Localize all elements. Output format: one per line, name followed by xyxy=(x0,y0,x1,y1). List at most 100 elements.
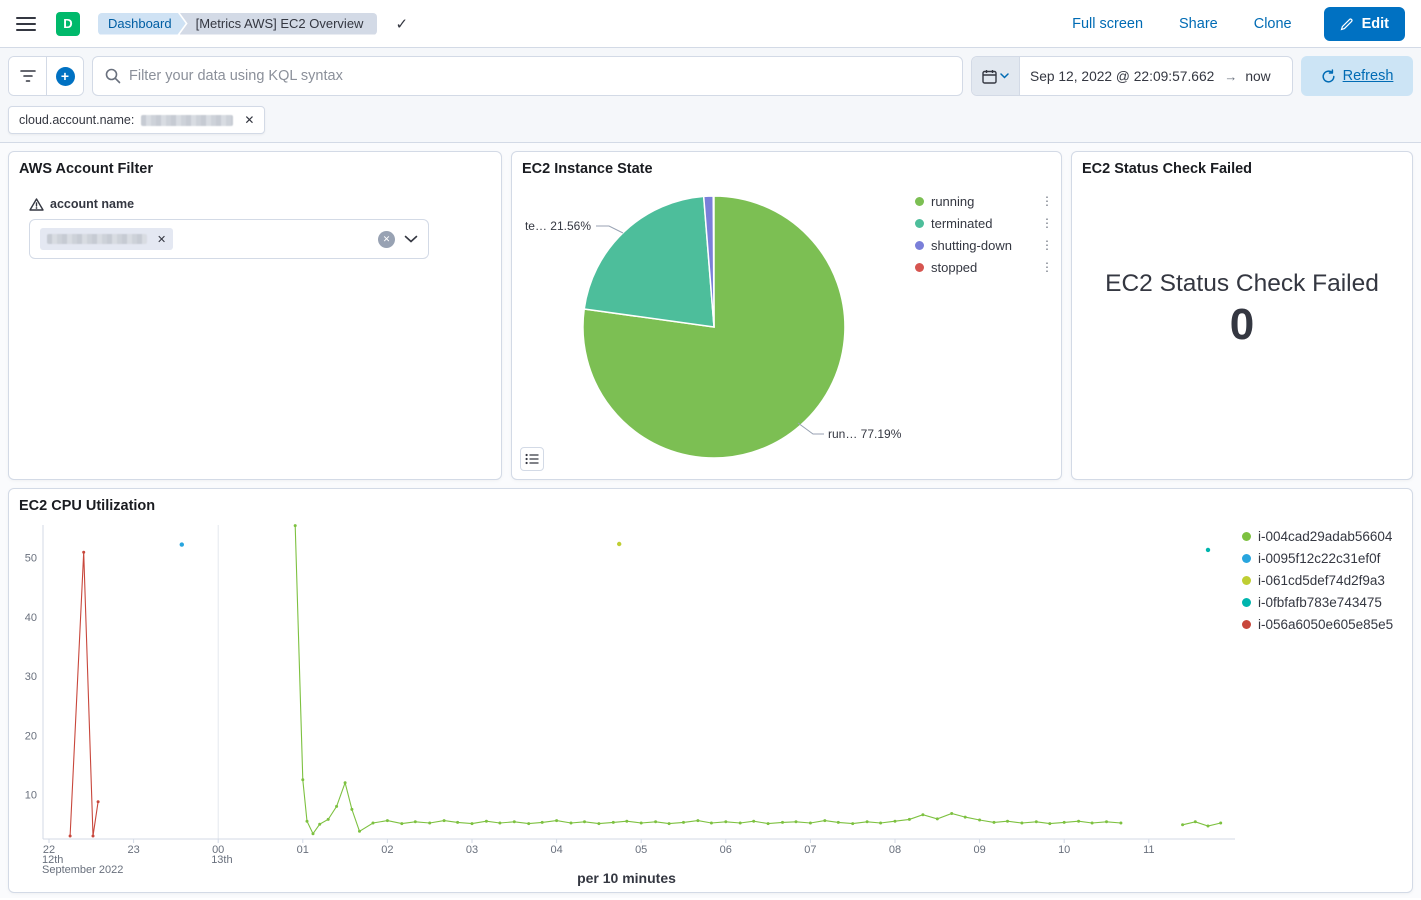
refresh-button[interactable]: Refresh xyxy=(1301,56,1413,96)
svg-text:40: 40 xyxy=(25,612,37,624)
status-metric: EC2 Status Check Failed 0 xyxy=(1072,270,1412,350)
share-link[interactable]: Share xyxy=(1179,16,1218,32)
svg-text:02: 02 xyxy=(381,844,393,856)
legend-toggle-button[interactable] xyxy=(520,447,544,471)
legend-label: i-061cd5def74d2f9a3 xyxy=(1258,573,1385,588)
panel-ec2-cpu-utilization: EC2 CPU Utilization 10203040502212thSept… xyxy=(8,488,1413,893)
legend-dot xyxy=(1242,620,1251,629)
deployment-badge[interactable]: D xyxy=(56,12,80,36)
svg-text:07: 07 xyxy=(804,844,816,856)
svg-text:01: 01 xyxy=(297,844,309,856)
warning-icon xyxy=(29,198,44,211)
panel-title: AWS Account Filter xyxy=(9,152,501,177)
clear-selection-icon[interactable]: ✕ xyxy=(378,231,395,248)
legend-item-menu-icon[interactable]: ⋮ xyxy=(1039,194,1055,208)
legend-item-instance-2[interactable]: i-0095f12c22c31ef0f xyxy=(1242,547,1404,569)
breadcrumb-current-dashboard[interactable]: [Metrics AWS] EC2 Overview xyxy=(180,13,378,35)
account-name-combobox[interactable]: ✕ ✕ xyxy=(29,219,429,259)
kql-search-bar[interactable] xyxy=(92,56,963,96)
account-name-field-label-row: account name xyxy=(29,197,501,211)
chevron-down-icon[interactable] xyxy=(404,235,418,243)
full-screen-link[interactable]: Full screen xyxy=(1072,16,1143,32)
svg-text:09: 09 xyxy=(973,844,985,856)
legend-dot xyxy=(1242,532,1251,541)
svg-text:06: 06 xyxy=(720,844,732,856)
legend-item-stopped[interactable]: stopped ⋮ xyxy=(915,256,1055,278)
legend-label: i-0fbfafb783e743475 xyxy=(1258,595,1382,610)
legend-item-menu-icon[interactable]: ⋮ xyxy=(1039,260,1055,274)
cpu-utilization-line-chart[interactable]: 10203040502212thSeptember 2022230013th01… xyxy=(9,515,1244,887)
panel-title: EC2 CPU Utilization xyxy=(9,489,1412,514)
panel-aws-account-filter: AWS Account Filter account name ✕ ✕ xyxy=(8,151,502,480)
dashboard-canvas: AWS Account Filter account name ✕ ✕ EC2 … xyxy=(0,143,1421,898)
list-icon xyxy=(525,453,539,465)
svg-text:11: 11 xyxy=(1143,844,1154,856)
legend-label: i-056a6050e605e85e5 xyxy=(1258,617,1393,632)
status-metric-value: 0 xyxy=(1072,300,1412,350)
legend-item-shutting-down[interactable]: shutting-down ⋮ xyxy=(915,234,1055,256)
legend-item-instance-4[interactable]: i-0fbfafb783e743475 xyxy=(1242,591,1404,613)
query-bar: + Sep 12, 2022 @ 22:09:57.662 → now Refr… xyxy=(8,56,1413,96)
legend-item-instance-1[interactable]: i-004cad29adab56604 xyxy=(1242,525,1404,547)
svg-text:10: 10 xyxy=(25,790,37,802)
date-end-value[interactable]: now xyxy=(1237,69,1282,84)
date-quick-select[interactable] xyxy=(972,57,1020,95)
add-filter-button[interactable]: + xyxy=(46,57,83,95)
legend-label: i-004cad29adab56604 xyxy=(1258,529,1392,544)
legend-item-menu-icon[interactable]: ⋮ xyxy=(1039,216,1055,230)
svg-text:08: 08 xyxy=(889,844,901,856)
breadcrumb: Dashboard [Metrics AWS] EC2 Overview xyxy=(98,13,377,35)
filter-controls-group: + xyxy=(8,56,84,96)
svg-text:20: 20 xyxy=(25,730,37,742)
filter-pill-field: cloud.account.name: xyxy=(19,113,134,127)
pie-legend: running ⋮ terminated ⋮ shutting-down ⋮ s… xyxy=(915,190,1055,278)
applied-filters-row: cloud.account.name: ✕ xyxy=(8,106,1413,134)
filter-pill-cloud-account-name[interactable]: cloud.account.name: ✕ xyxy=(8,106,265,134)
dashboard-row-top: AWS Account Filter account name ✕ ✕ EC2 … xyxy=(0,151,1421,480)
legend-item-menu-icon[interactable]: ⋮ xyxy=(1039,238,1055,252)
breadcrumb-dashboard[interactable]: Dashboard xyxy=(98,13,186,35)
svg-text:50: 50 xyxy=(25,553,37,565)
date-range-picker: Sep 12, 2022 @ 22:09:57.662 → now xyxy=(971,56,1293,96)
svg-text:05: 05 xyxy=(635,844,647,856)
legend-label: terminated xyxy=(931,216,992,231)
status-metric-label: EC2 Status Check Failed xyxy=(1072,270,1412,298)
calendar-icon xyxy=(982,69,997,84)
account-name-field-label: account name xyxy=(50,197,134,211)
legend-item-instance-5[interactable]: i-056a6050e605e85e5 xyxy=(1242,613,1404,635)
filter-icon[interactable] xyxy=(9,57,46,95)
x-axis-title: per 10 minutes xyxy=(9,870,1244,886)
svg-text:run… 77.19%: run… 77.19% xyxy=(828,427,902,441)
svg-text:30: 30 xyxy=(25,671,37,683)
legend-item-terminated[interactable]: terminated ⋮ xyxy=(915,212,1055,234)
svg-text:23: 23 xyxy=(127,844,139,856)
search-input[interactable] xyxy=(129,68,950,84)
legend-label: i-0095f12c22c31ef0f xyxy=(1258,551,1380,566)
svg-text:03: 03 xyxy=(466,844,478,856)
selected-account-pill[interactable]: ✕ xyxy=(40,228,173,250)
dashboard-row-bottom: EC2 CPU Utilization 10203040502212thSept… xyxy=(0,480,1421,900)
svg-text:04: 04 xyxy=(550,844,562,856)
remove-selection-icon[interactable]: ✕ xyxy=(153,233,166,246)
refresh-icon xyxy=(1321,69,1336,84)
legend-item-running[interactable]: running ⋮ xyxy=(915,190,1055,212)
legend-dot xyxy=(1242,576,1251,585)
legend-dot xyxy=(915,197,924,206)
legend-label: stopped xyxy=(931,260,977,275)
svg-text:13th: 13th xyxy=(211,854,232,866)
date-start-value[interactable]: Sep 12, 2022 @ 22:09:57.662 xyxy=(1020,69,1224,84)
legend-item-instance-3[interactable]: i-061cd5def74d2f9a3 xyxy=(1242,569,1404,591)
legend-dot xyxy=(1242,598,1251,607)
filter-pill-close-icon[interactable]: ✕ xyxy=(240,113,254,127)
pencil-icon xyxy=(1340,17,1354,31)
panel-ec2-instance-state: EC2 Instance State te… 21.56%run… 77.19%… xyxy=(511,151,1062,480)
legend-dot xyxy=(915,219,924,228)
plus-icon: + xyxy=(56,67,75,86)
date-range-arrow-icon: → xyxy=(1224,69,1237,84)
menu-icon[interactable] xyxy=(16,17,36,31)
filter-pill-redacted-value xyxy=(141,115,233,126)
clone-link[interactable]: Clone xyxy=(1254,16,1292,32)
legend-label: shutting-down xyxy=(931,238,1012,253)
edit-button[interactable]: Edit xyxy=(1324,7,1405,41)
search-icon xyxy=(105,68,121,84)
